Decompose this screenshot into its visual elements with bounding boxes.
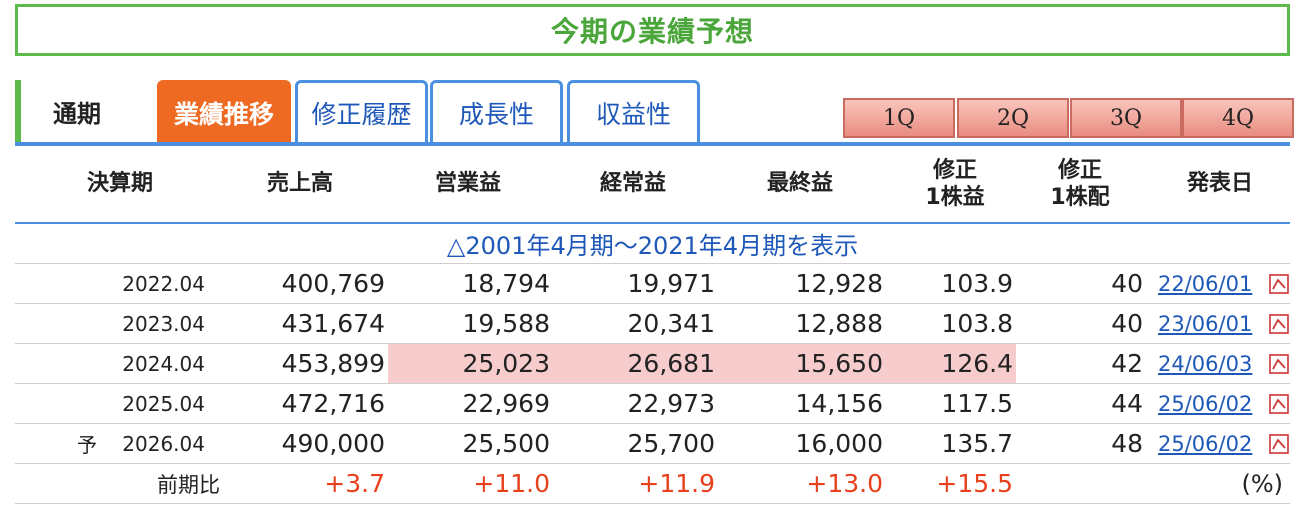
cell-eps: 103.8 <box>941 309 1013 338</box>
cell-operating-profit: 19,588 <box>462 309 550 338</box>
ratio-operating-profit: +11.0 <box>473 469 550 498</box>
cell-dividend: 40 <box>1111 309 1143 338</box>
yoy-ratio-row: 前期比 +3.7 +11.0 +11.9 +13.0 +15.5 (%) <box>15 464 1290 504</box>
header-announce-date: 発表日 <box>1186 171 1253 197</box>
accent-bar <box>15 80 21 142</box>
table-row: 2023.04 431,674 19,588 20,341 12,888 103… <box>15 304 1290 344</box>
tab-bar: 通期 業績推移 修正履歴 成長性 収益性 1Q 2Q 3Q 4Q <box>15 80 1294 146</box>
cell-net-profit: 14,156 <box>795 389 883 418</box>
cell-period: 2025.04 <box>122 391 205 416</box>
cell-operating-profit: 25,023 <box>388 344 550 383</box>
ratio-unit: (%) <box>1241 469 1283 498</box>
table-header: 決算期 売上高 営業益 経常益 最終益 修正 1株益 修正 1株配 発表日 <box>15 146 1290 222</box>
cell-operating-profit: 22,969 <box>462 389 550 418</box>
table-row: 2024.04 453,899 25,023 26,681 15,650 126… <box>15 344 1290 384</box>
section-title: 今期の業績予想 <box>550 15 754 48</box>
cell-dividend: 40 <box>1111 269 1143 298</box>
cell-ordinary-profit: 25,700 <box>627 429 715 458</box>
tab-label-annual: 通期 <box>53 99 101 128</box>
show-history-link[interactable]: △2001年4月期〜2021年4月期を表示 <box>15 224 1290 264</box>
quarter-button-1q[interactable]: 1Q <box>843 98 955 138</box>
header-operating-profit: 営業益 <box>434 171 501 197</box>
pdf-icon[interactable] <box>1269 274 1289 294</box>
cell-period: 2024.04 <box>122 351 205 376</box>
cell-eps: 117.5 <box>941 389 1013 418</box>
quarter-button-3q[interactable]: 3Q <box>1070 98 1182 138</box>
table-row: 2025.04 472,716 22,969 22,973 14,156 117… <box>15 384 1290 424</box>
quarter-button-4q[interactable]: 4Q <box>1182 98 1294 138</box>
header-net-profit: 最終益 <box>766 171 833 197</box>
tab-revision-history[interactable]: 修正履歴 <box>295 80 428 142</box>
section-title-box: 今期の業績予想 <box>15 4 1290 56</box>
announce-date-link[interactable]: 23/06/01 <box>1158 304 1252 343</box>
cell-sales: 490,000 <box>281 429 385 458</box>
pdf-icon[interactable] <box>1269 394 1289 414</box>
header-sales: 売上高 <box>266 171 333 197</box>
cell-sales: 453,899 <box>281 349 385 378</box>
header-ordinary-profit: 経常益 <box>599 171 666 197</box>
cell-net-profit: 12,928 <box>795 269 883 298</box>
cell-sales: 472,716 <box>281 389 385 418</box>
pdf-icon[interactable] <box>1269 434 1289 454</box>
table-row: 2022.04 400,769 18,794 19,971 12,928 103… <box>15 264 1290 304</box>
announce-date-link[interactable]: 24/06/03 <box>1158 344 1252 383</box>
announce-date-link[interactable]: 25/06/02 <box>1158 384 1252 423</box>
header-period: 決算期 <box>86 171 153 197</box>
cell-ordinary-profit: 19,971 <box>627 269 715 298</box>
cell-period: 2023.04 <box>122 311 205 336</box>
pdf-icon[interactable] <box>1269 314 1289 334</box>
tab-profitability[interactable]: 収益性 <box>567 80 700 142</box>
announce-date-link[interactable]: 22/06/01 <box>1158 264 1252 303</box>
announce-date-link[interactable]: 25/06/02 <box>1158 424 1252 463</box>
cell-sales: 400,769 <box>281 269 385 298</box>
ratio-ordinary-profit: +11.9 <box>638 469 715 498</box>
cell-sales: 431,674 <box>281 309 385 338</box>
cell-period: 2022.04 <box>122 271 205 296</box>
cell-operating-profit: 25,500 <box>462 429 550 458</box>
cell-dividend: 42 <box>1111 349 1143 378</box>
tab-growth[interactable]: 成長性 <box>430 80 563 142</box>
cell-eps: 126.4 <box>883 344 1016 383</box>
header-eps: 修正 1株益 <box>925 157 985 211</box>
ratio-eps: +15.5 <box>936 469 1013 498</box>
cell-ordinary-profit: 26,681 <box>550 344 715 383</box>
cell-eps: 103.9 <box>941 269 1013 298</box>
cell-dividend: 44 <box>1111 389 1143 418</box>
quarter-button-2q[interactable]: 2Q <box>957 98 1069 138</box>
ratio-label: 前期比 <box>157 472 220 497</box>
tab-performance[interactable]: 業績推移 <box>157 80 291 142</box>
table-row: 予 2026.04 490,000 25,500 25,700 16,000 1… <box>15 424 1290 464</box>
cell-net-profit: 12,888 <box>795 309 883 338</box>
cell-eps: 135.7 <box>941 429 1013 458</box>
cell-net-profit: 16,000 <box>795 429 883 458</box>
header-dividend: 修正 1株配 <box>1050 157 1110 211</box>
cell-net-profit: 15,650 <box>715 344 883 383</box>
cell-dividend: 48 <box>1111 429 1143 458</box>
cell-period: 2026.04 <box>122 431 205 456</box>
cell-ordinary-profit: 22,973 <box>627 389 715 418</box>
ratio-sales: +3.7 <box>324 469 385 498</box>
pdf-icon[interactable] <box>1269 354 1289 374</box>
cell-operating-profit: 18,794 <box>462 269 550 298</box>
cell-ordinary-profit: 20,341 <box>627 309 715 338</box>
ratio-net-profit: +13.0 <box>806 469 883 498</box>
